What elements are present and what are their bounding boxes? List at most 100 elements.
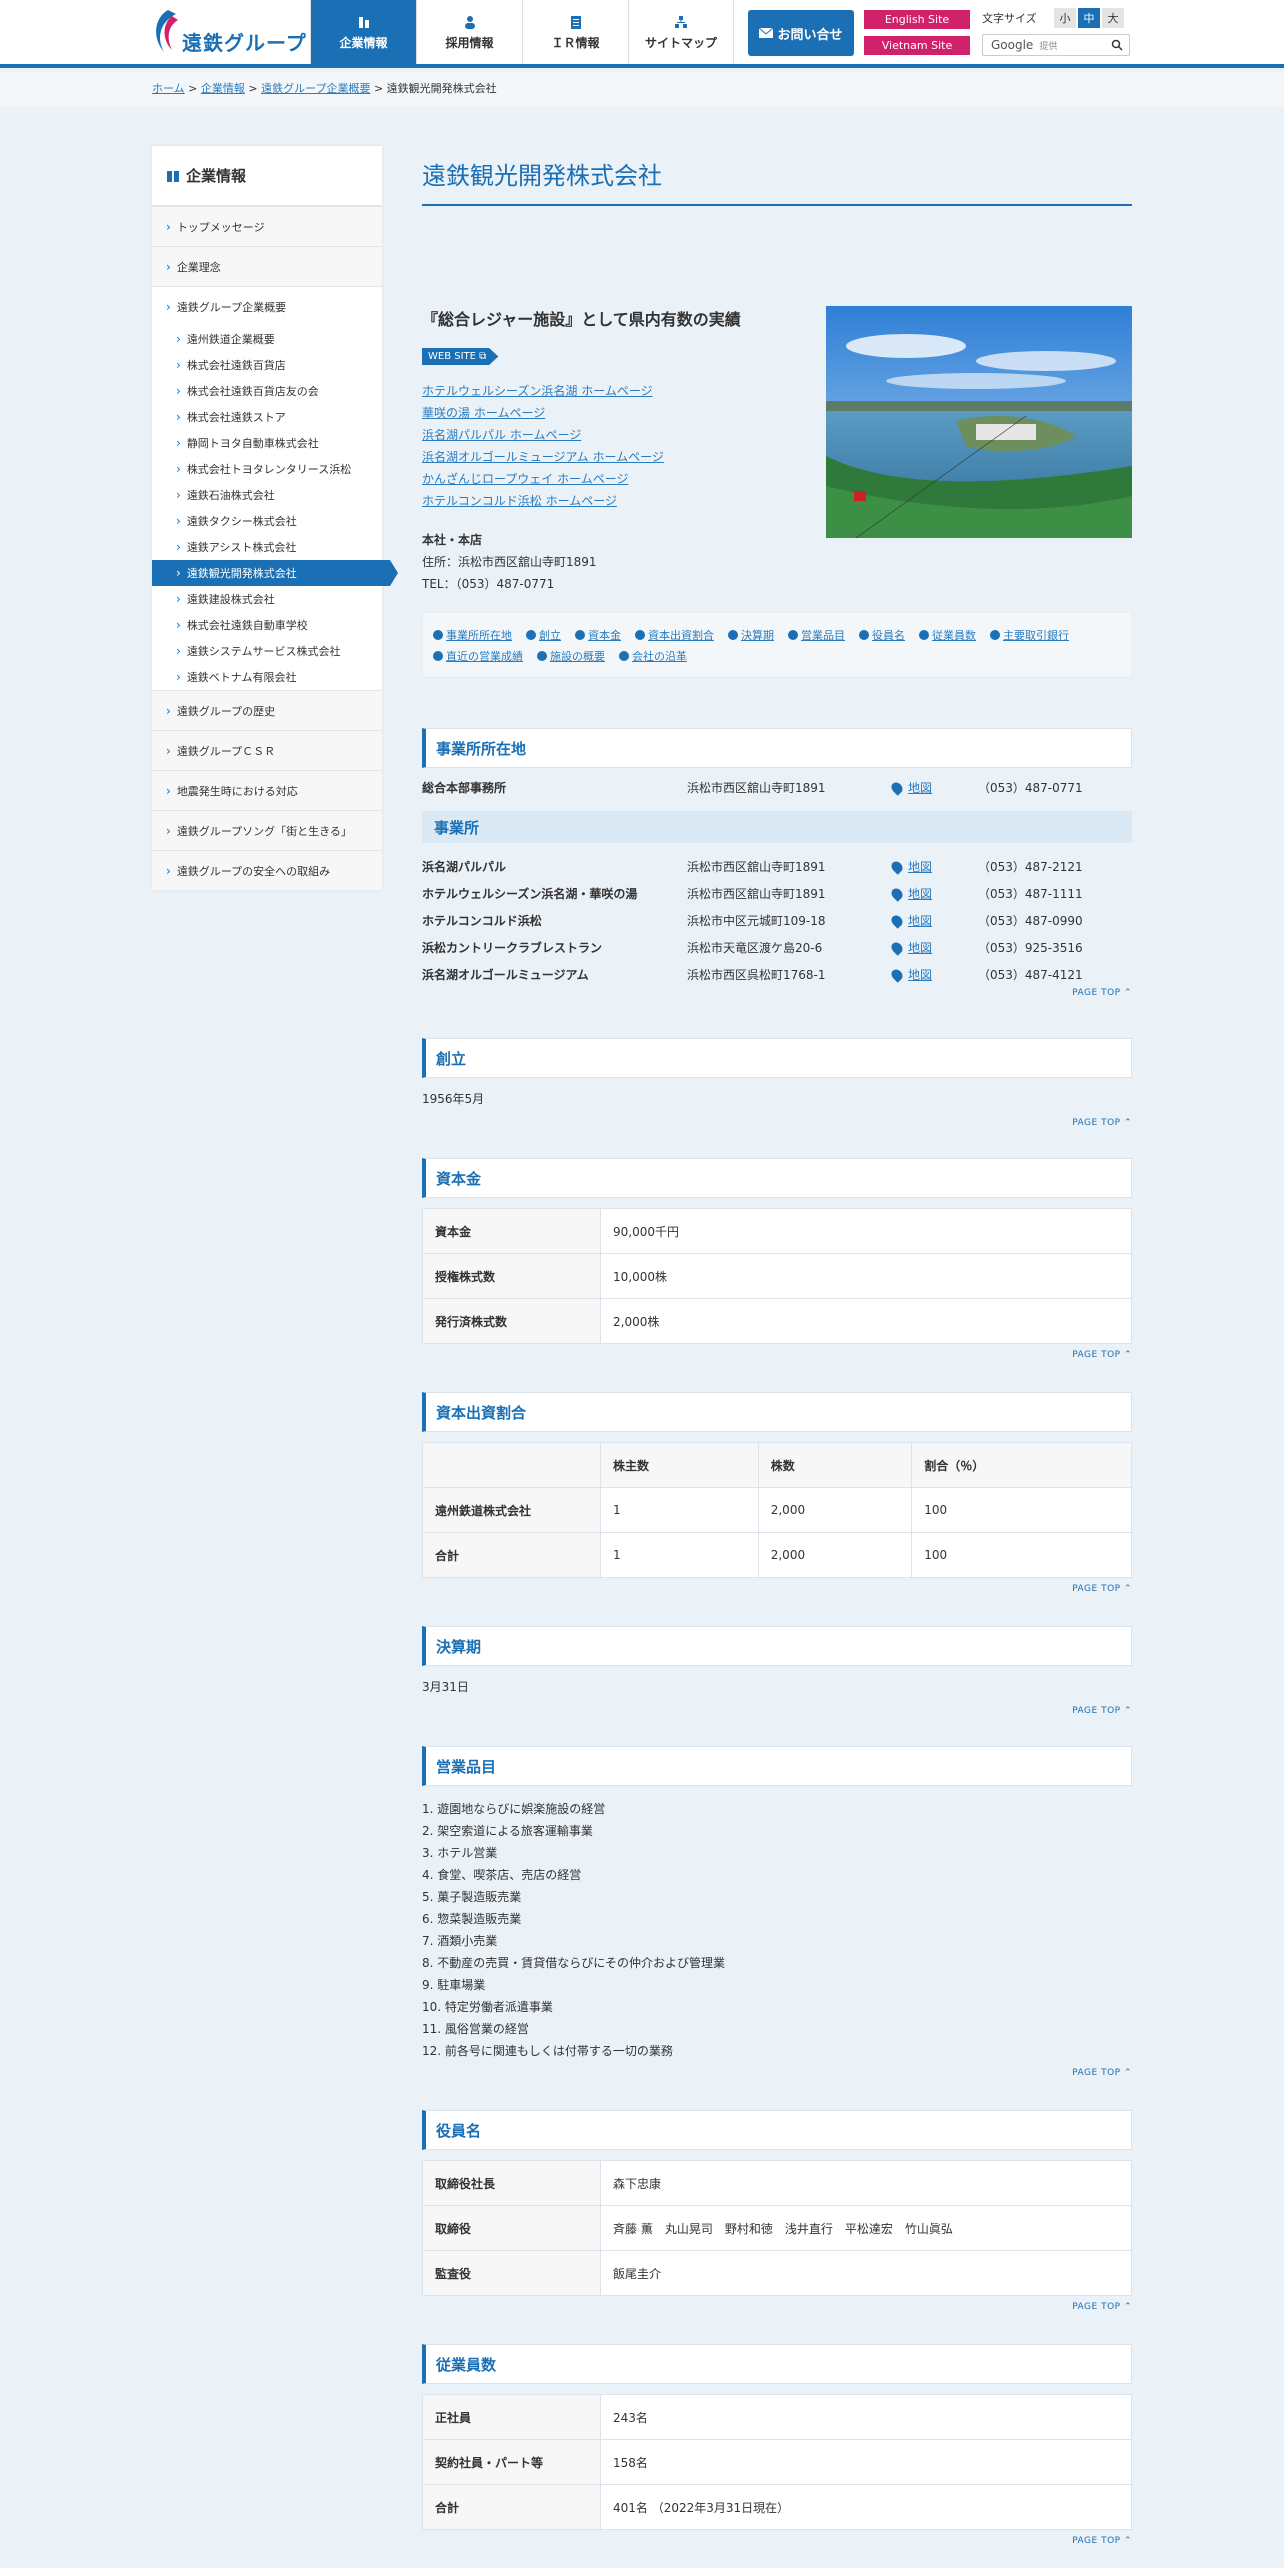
index-link[interactable]: 役員名 bbox=[859, 625, 905, 646]
website-link[interactable]: ホテルコンコルド浜松 ホームページ bbox=[422, 490, 664, 512]
breadcrumb-home[interactable]: ホーム bbox=[152, 82, 185, 95]
nav-sitemap[interactable]: サイトマップ bbox=[628, 0, 734, 64]
index-link-label[interactable]: 会社の沿革 bbox=[632, 650, 687, 663]
sidebar-item[interactable]: › 遠鉄グループＣＳＲ bbox=[152, 730, 382, 770]
sidebar-item[interactable]: › トップメッセージ bbox=[152, 206, 382, 246]
sidebar-subitem[interactable]: › 株式会社トヨタレンタリース浜松 bbox=[152, 456, 382, 482]
sidebar-item[interactable]: › 遠鉄グループの安全への取組み bbox=[152, 850, 382, 890]
index-link[interactable]: 資本出資割合 bbox=[635, 625, 714, 646]
nav-recruit[interactable]: 採用情報 bbox=[416, 0, 522, 64]
map-link[interactable]: 地図 bbox=[908, 781, 932, 795]
sidebar-subitem[interactable]: › 遠鉄建設株式会社 bbox=[152, 586, 382, 612]
logo[interactable]: 遠鉄グループ bbox=[150, 8, 306, 58]
index-link[interactable]: 事業所所在地 bbox=[433, 625, 512, 646]
row-header: 契約社員・パート等 bbox=[422, 2439, 601, 2485]
index-link[interactable]: 施設の概要 bbox=[537, 646, 605, 667]
table-row: 取締役社長 森下忠康 bbox=[422, 2160, 1132, 2206]
sidebar-subitem[interactable]: › 遠鉄タクシー株式会社 bbox=[152, 508, 382, 534]
index-link-label[interactable]: 施設の概要 bbox=[550, 650, 605, 663]
sidebar-subitem[interactable]: › 株式会社遠鉄百貨店 bbox=[152, 352, 382, 378]
sidebar-subitem-label: 遠鉄システムサービス株式会社 bbox=[186, 645, 341, 658]
index-link-label[interactable]: 役員名 bbox=[872, 629, 905, 642]
sidebar-subitem[interactable]: › 遠鉄石油株式会社 bbox=[152, 482, 382, 508]
sidebar-subitem[interactable]: › 遠鉄ベトナム有限会社 bbox=[152, 664, 382, 690]
contact-label: お問い合せ bbox=[777, 27, 843, 43]
sidebar-subitem[interactable]: › 遠鉄システムサービス株式会社 bbox=[152, 638, 382, 664]
page-top-link[interactable]: PAGE TOP ⌃ bbox=[422, 2068, 1132, 2088]
nav-corporate[interactable]: 企業情報 bbox=[310, 0, 416, 64]
index-link[interactable]: 会社の沿革 bbox=[619, 646, 687, 667]
sidebar-subitem[interactable]: › 静岡トヨタ自動車株式会社 bbox=[152, 430, 382, 456]
font-size-small-button[interactable]: 小 bbox=[1054, 8, 1076, 28]
index-link[interactable]: 決算期 bbox=[728, 625, 774, 646]
sidebar-subitem-label: 遠鉄タクシー株式会社 bbox=[186, 515, 297, 528]
index-link[interactable]: 創立 bbox=[526, 625, 561, 646]
sidebar-item[interactable]: › 遠鉄グループの歴史 bbox=[152, 690, 382, 730]
chevron-right-icon: › bbox=[166, 299, 171, 314]
sidebar-subitem[interactable]: › 遠鉄観光開発株式会社 bbox=[152, 560, 398, 586]
circle-arrow-icon bbox=[919, 630, 929, 640]
page-top-link[interactable]: PAGE TOP ⌃ bbox=[422, 1350, 1132, 1370]
page-top-label: PAGE TOP bbox=[1072, 2536, 1121, 2546]
site-header: 遠鉄グループ 企業情報 採用情報 ＩＲ情報 サイトマップ お問い合せ Engli… bbox=[0, 0, 1284, 68]
font-size-large-button[interactable]: 大 bbox=[1102, 8, 1124, 28]
index-link-label[interactable]: 営業品目 bbox=[801, 629, 845, 642]
english-site-button[interactable]: English Site bbox=[864, 10, 970, 29]
sidebar-subitem[interactable]: › 株式会社遠鉄百貨店友の会 bbox=[152, 378, 382, 404]
map-cell: 地図 bbox=[889, 885, 978, 902]
index-link-label[interactable]: 決算期 bbox=[741, 629, 774, 642]
sidebar-item[interactable]: › 遠鉄グループ企業概要 bbox=[152, 286, 382, 326]
breadcrumb-group[interactable]: 遠鉄グループ企業概要 bbox=[261, 82, 370, 95]
search-input[interactable]: Google 提供 bbox=[982, 34, 1130, 56]
index-link-label[interactable]: 事業所所在地 bbox=[446, 629, 512, 642]
index-link[interactable]: 営業品目 bbox=[788, 625, 845, 646]
sidebar-subitem[interactable]: › 遠鉄アシスト株式会社 bbox=[152, 534, 382, 560]
chevron-right-icon: › bbox=[176, 514, 181, 528]
page-top-link[interactable]: PAGE TOP ⌃ bbox=[422, 1584, 1132, 1604]
index-link[interactable]: 従業員数 bbox=[919, 625, 976, 646]
nav-ir[interactable]: ＩＲ情報 bbox=[522, 0, 628, 64]
map-link[interactable]: 地図 bbox=[908, 941, 932, 955]
page-top-link[interactable]: PAGE TOP ⌃ bbox=[422, 2536, 1132, 2556]
sidebar-subitem[interactable]: › 遠州鉄道企業概要 bbox=[152, 326, 382, 352]
page-top-link[interactable]: PAGE TOP ⌃ bbox=[422, 1118, 1132, 1138]
index-link-label[interactable]: 従業員数 bbox=[932, 629, 976, 642]
map-link[interactable]: 地図 bbox=[908, 860, 932, 874]
sidebar-subitem[interactable]: › 株式会社遠鉄自動車学校 bbox=[152, 612, 382, 638]
sidebar-item[interactable]: › 遠鉄グループソング「街と生きる」 bbox=[152, 810, 382, 850]
page-top-link[interactable]: PAGE TOP ⌃ bbox=[422, 2302, 1132, 2322]
index-link[interactable]: 主要取引銀行 bbox=[990, 625, 1069, 646]
search-icon[interactable] bbox=[1111, 39, 1123, 51]
index-link-label[interactable]: 創立 bbox=[539, 629, 561, 642]
sidebar-item-label: 遠鉄グループソング「街と生きる」 bbox=[176, 824, 352, 838]
website-link[interactable]: 浜名湖パルパル ホームページ bbox=[422, 424, 664, 446]
sidebar-subitem-label: 遠鉄ベトナム有限会社 bbox=[186, 671, 297, 684]
list-item: 9. 駐車場業 bbox=[422, 1978, 486, 1992]
index-link-label[interactable]: 資本出資割合 bbox=[648, 629, 714, 642]
website-link[interactable]: 浜名湖オルゴールミュージアム ホームページ bbox=[422, 446, 664, 468]
sidebar-item[interactable]: › 地震発生時における対応 bbox=[152, 770, 382, 810]
sidebar-item[interactable]: › 企業理念 bbox=[152, 246, 382, 286]
contact-button[interactable]: お問い合せ bbox=[748, 10, 854, 56]
vietnam-site-button[interactable]: Vietnam Site bbox=[864, 36, 970, 55]
sidebar-subitem[interactable]: › 株式会社遠鉄ストア bbox=[152, 404, 382, 430]
index-link[interactable]: 直近の営業成績 bbox=[433, 646, 523, 667]
website-link[interactable]: ホテルウェルシーズン浜名湖 ホームページ bbox=[422, 380, 664, 402]
font-size-medium-button[interactable]: 中 bbox=[1078, 8, 1100, 28]
index-link-label[interactable]: 直近の営業成績 bbox=[446, 650, 523, 663]
breadcrumb: ホーム > 企業情報 > 遠鉄グループ企業概要 > 遠鉄観光開発株式会社 bbox=[0, 72, 1284, 106]
page-top-link[interactable]: PAGE TOP ⌃ bbox=[422, 1706, 1132, 1726]
breadcrumb-corp[interactable]: 企業情報 bbox=[201, 82, 245, 95]
map-link[interactable]: 地図 bbox=[908, 887, 932, 901]
index-link-label[interactable]: 主要取引銀行 bbox=[1003, 629, 1069, 642]
chevron-right-icon: › bbox=[166, 743, 171, 758]
index-link[interactable]: 資本金 bbox=[575, 625, 621, 646]
table-row: ホテルコンコルド浜松 浜松市中区元城町109-18 地図 （053）487-0990 bbox=[422, 907, 1132, 934]
map-link[interactable]: 地図 bbox=[908, 968, 932, 982]
index-link-label[interactable]: 資本金 bbox=[588, 629, 621, 642]
website-link[interactable]: かんざんじロープウェイ ホームページ bbox=[422, 468, 664, 490]
map-link[interactable]: 地図 bbox=[908, 914, 932, 928]
column-header: 株主数 bbox=[600, 1442, 759, 1488]
website-link[interactable]: 華咲の湯 ホームページ bbox=[422, 402, 664, 424]
page-top-link[interactable]: PAGE TOP ⌃ bbox=[422, 988, 1132, 1008]
